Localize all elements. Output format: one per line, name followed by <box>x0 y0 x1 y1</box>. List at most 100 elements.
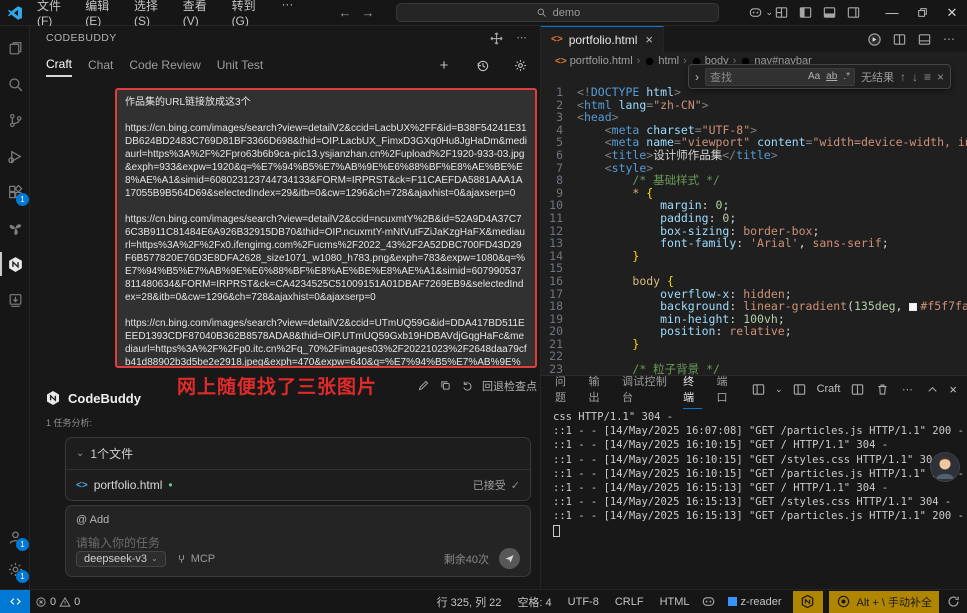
history-icon[interactable] <box>474 57 490 73</box>
rollback-icon[interactable] <box>460 379 474 393</box>
sync-icon[interactable] <box>945 594 961 610</box>
toggle-panel-icon[interactable] <box>821 5 837 21</box>
code-lines[interactable]: 1 <!DOCTYPE html> 2 <html lang="zh-CN"> 3 <he… <box>541 70 967 375</box>
add-context-button[interactable]: @ Add <box>76 514 520 526</box>
more-actions-icon[interactable]: ⋯ <box>514 30 530 46</box>
codebuddy-run-icon[interactable] <box>866 31 882 47</box>
kill-terminal-icon[interactable] <box>874 381 890 397</box>
workbench: 1 1 1 CODEBUDDY ⋯ Craft Chat Code Review… <box>0 26 967 589</box>
find-input[interactable]: 查找 Aa ab .* <box>704 67 855 86</box>
pinwheel-extension-icon[interactable] <box>0 212 30 244</box>
close-find-icon[interactable]: × <box>937 70 944 84</box>
minimize-button[interactable]: — <box>877 0 907 26</box>
more-actions-icon[interactable]: ⋯ <box>899 381 915 397</box>
tab-chat[interactable]: Chat <box>88 54 113 76</box>
restore-button[interactable] <box>907 0 937 26</box>
remote-indicator[interactable] <box>0 590 30 613</box>
breadcrumb-file[interactable]: <> portfolio.html <box>555 55 633 67</box>
panel-tabs: 问题 输出 调试控制台 终端 端口 ⌄ Craft ⋯ × <box>541 376 967 409</box>
terminal-line: css HTTP/1.1" 304 - <box>553 411 674 423</box>
send-button[interactable] <box>499 548 520 569</box>
manual-completion-button[interactable]: Alt + \ 手动补全 <box>828 590 939 613</box>
sidebar-header: CODEBUDDY ⋯ <box>30 26 540 50</box>
terminal-line: ::1 - - [14/May/2025 16:07:08] "GET /par… <box>553 425 964 438</box>
copilot-status-icon[interactable] <box>701 594 717 610</box>
find-in-selection-icon[interactable]: ≡ <box>924 70 931 84</box>
customize-layout-icon[interactable] <box>773 5 789 21</box>
codebuddy-tabs: Craft Chat Code Review Unit Test + <box>30 50 540 80</box>
extensions-badge: 1 <box>16 193 29 206</box>
terminal-profile-icon[interactable] <box>792 381 808 397</box>
find-prev-icon[interactable]: ↑ <box>900 70 906 84</box>
regex-toggle[interactable]: .* <box>843 71 850 82</box>
encoding[interactable]: UTF-8 <box>563 596 604 608</box>
copy-message-icon[interactable] <box>438 379 452 393</box>
new-session-icon[interactable]: + <box>436 57 452 74</box>
codebuddy-sidebar-icon[interactable] <box>0 248 30 280</box>
indentation[interactable]: 空格: 4 <box>512 594 556 610</box>
maximize-panel-icon[interactable] <box>924 381 940 397</box>
split-terminal-icon[interactable] <box>849 381 865 397</box>
codebuddy-settings-icon[interactable] <box>512 57 528 73</box>
tab-output[interactable]: 输出 <box>588 368 606 410</box>
tab-terminal[interactable]: 终端 <box>683 368 703 410</box>
message-intro: 作品集的URL链接放成这3个 <box>125 97 251 108</box>
language-mode[interactable]: HTML <box>655 596 695 608</box>
match-case-toggle[interactable]: Aa <box>808 71 820 82</box>
task-composer[interactable]: @ Add 请输入你的任务 deepseek-v3 ⌄ MCP 剩余40次 <box>65 505 531 577</box>
file-card-header[interactable]: ⌄ 1个文件 <box>66 438 530 470</box>
codebuddy-status-icon-button[interactable] <box>792 590 823 613</box>
eol[interactable]: CRLF <box>610 596 649 608</box>
more-actions-icon[interactable]: ⋯ <box>941 31 957 47</box>
mcp-button[interactable]: MCP <box>176 553 215 565</box>
problems-status[interactable]: 0 0 <box>34 594 80 610</box>
command-center-search[interactable]: demo <box>396 3 720 22</box>
source-control-icon[interactable] <box>0 104 30 136</box>
edit-message-icon[interactable] <box>416 379 430 393</box>
tab-ports[interactable]: 端口 <box>717 368 735 410</box>
new-terminal-icon[interactable] <box>750 381 766 397</box>
settings-gear-icon[interactable]: 1 <box>0 553 30 585</box>
terminal-line: ::1 - - [14/May/2025 16:15:13] "GET /sty… <box>553 496 952 509</box>
tab-code-review[interactable]: Code Review <box>129 54 200 76</box>
toggle-sidebar-icon[interactable] <box>797 5 813 21</box>
file-row[interactable]: <> portfolio.html • 已接受 ✓ <box>66 470 530 500</box>
move-view-icon[interactable] <box>488 30 504 46</box>
tab-unit-test[interactable]: Unit Test <box>217 54 263 76</box>
rollback-label[interactable]: 回退检查点 <box>482 378 537 394</box>
find-expand-icon[interactable]: › <box>695 70 699 84</box>
extensions-icon[interactable]: 1 <box>0 176 30 208</box>
layout-icon[interactable] <box>916 31 932 47</box>
terminal-profile-label[interactable]: Craft <box>817 383 841 395</box>
reader-extension-icon[interactable] <box>0 284 30 316</box>
tab-portfolio-html[interactable]: <> portfolio.html × <box>541 26 664 52</box>
tab-craft[interactable]: Craft <box>46 53 73 77</box>
chevron-down-icon[interactable]: ⌄ <box>775 384 783 395</box>
breadcrumb-html[interactable]: html <box>644 55 679 67</box>
find-next-icon[interactable]: ↓ <box>912 70 918 84</box>
run-debug-icon[interactable] <box>0 140 30 172</box>
cursor-position[interactable]: 行 325, 列 22 <box>432 594 507 610</box>
close-panel-icon[interactable]: × <box>949 382 957 397</box>
close-button[interactable]: ✕ <box>937 0 967 26</box>
whole-word-toggle[interactable]: ab <box>826 71 837 82</box>
toggle-secondary-sidebar-icon[interactable] <box>845 5 861 21</box>
model-selector[interactable]: deepseek-v3 ⌄ <box>76 550 166 567</box>
accounts-icon[interactable]: 1 <box>0 521 30 553</box>
html-file-icon: <> <box>76 479 88 491</box>
split-editor-icon[interactable] <box>891 31 907 47</box>
back-icon[interactable]: ← <box>338 5 351 20</box>
forward-icon[interactable]: → <box>361 5 374 20</box>
z-reader-status[interactable]: z-reader <box>723 596 787 608</box>
explorer-icon[interactable] <box>0 32 30 64</box>
vscode-window: 文件(F) 编辑(E) 选择(S) 查看(V) 转到(G) ··· ← → de… <box>0 0 967 613</box>
copilot-menu[interactable]: ⌄ <box>747 5 773 21</box>
sidebar-title: CODEBUDDY <box>46 32 117 44</box>
tab-problems[interactable]: 问题 <box>555 368 573 410</box>
tab-debug-console[interactable]: 调试控制台 <box>622 368 668 410</box>
find-results: 无结果 <box>860 71 894 84</box>
quota-label: 剩余40次 <box>443 553 489 566</box>
close-tab-icon[interactable]: × <box>645 32 653 47</box>
terminal-output[interactable]: css HTTP/1.1" 304 -::1 - - [14/May/2025 … <box>541 402 967 537</box>
search-sidebar-icon[interactable] <box>0 68 30 100</box>
